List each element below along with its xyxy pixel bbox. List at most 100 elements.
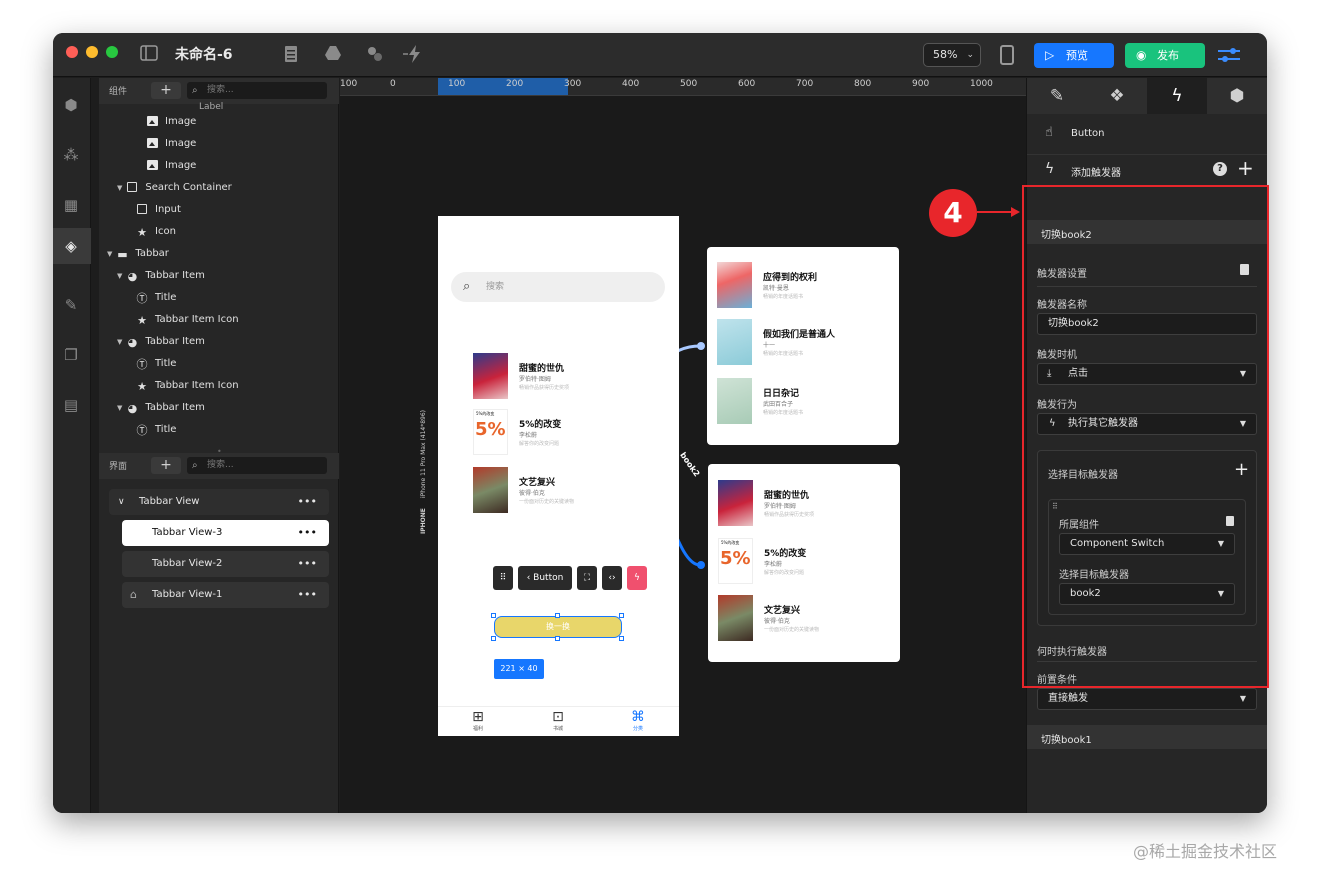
pages-icon[interactable]: ❐: [62, 346, 80, 364]
resize-handle[interactable]: [555, 636, 560, 641]
brush-icon[interactable]: ✎: [62, 296, 80, 314]
step-badge: 4: [929, 189, 977, 237]
highlight-box: [1022, 185, 1269, 688]
phone-frame[interactable]: ⌕ 搜索 甜蜜的世仇 罗伯特·图姆 畅销作品获得历史奖项 5%的改变 5% 5%的…: [438, 216, 679, 736]
tab-bookstore[interactable]: ⊡ 书城: [538, 709, 578, 732]
lightning-icon[interactable]: ϟ: [627, 566, 647, 590]
book-cover: 5%的改变 5%: [473, 409, 508, 455]
layers-panel: 组件 + ⌕ 搜索... Label Image Image Image ▼ Sea…: [99, 78, 339, 813]
layer-item[interactable]: Image: [146, 156, 196, 176]
chevron-down-icon: ▼: [117, 404, 123, 412]
layer-search-input[interactable]: ⌕ 搜索...: [187, 82, 327, 99]
add-trigger-button[interactable]: +: [1237, 156, 1254, 180]
device-type: IPHONE: [420, 508, 427, 534]
switch-button[interactable]: 换一换: [494, 616, 622, 638]
inspector-tabs: ✎ ❖ ϟ ⬢: [1027, 78, 1267, 114]
add-screen-button[interactable]: +: [151, 457, 181, 474]
book-item[interactable]: 甜蜜的世仇 罗伯特·图姆 畅销作品获得历史奖项: [473, 353, 653, 401]
text-icon: Ⓣ: [136, 292, 148, 305]
layer-item[interactable]: Ⓣ Title: [136, 288, 177, 308]
layer-item[interactable]: ★ Icon: [136, 222, 176, 242]
tab-component-icon[interactable]: ❖: [1087, 78, 1147, 114]
view-item[interactable]: ∨ Tabbar View •••: [109, 489, 329, 515]
book1-screen-card[interactable]: 应得到的权利 凯特·曼恩 畅销的年度话题书 假如我们是普通人 十一 畅销的年度话…: [707, 247, 899, 445]
tab-interaction-lightning-icon[interactable]: ϟ: [1147, 78, 1207, 114]
book-item[interactable]: 5%的改变 5% 5%的改变 李松蔚 解答你的改变问题: [718, 538, 898, 586]
precondition-select[interactable]: 直接触发 ▼: [1037, 688, 1257, 710]
components-icon[interactable]: [365, 45, 385, 65]
tab-welfare[interactable]: ⊞ 福利: [458, 709, 498, 732]
view-item[interactable]: Tabbar View-2 •••: [122, 551, 329, 577]
layer-item[interactable]: Input: [136, 200, 181, 220]
cube-icon[interactable]: ⬢: [62, 96, 80, 114]
drag-handle-icon[interactable]: ⠿: [493, 566, 513, 590]
layer-item[interactable]: ★ Tabbar Item Icon: [136, 310, 238, 330]
book-item[interactable]: 甜蜜的世仇 罗伯特·图姆 畅销作品获得历史奖项: [718, 480, 898, 528]
interaction-icon[interactable]: [403, 45, 423, 65]
drive-icon[interactable]: [323, 45, 343, 65]
layer-item[interactable]: ★ Tabbar Item Icon: [136, 376, 238, 396]
maximize-window-button[interactable]: [106, 46, 118, 58]
code-icon[interactable]: ‹›: [602, 566, 622, 590]
component-select-button[interactable]: ‹ Button: [518, 566, 572, 590]
expand-icon[interactable]: ⛶: [577, 566, 597, 590]
layer-item[interactable]: Image: [146, 134, 196, 154]
play-icon: ▷: [1045, 48, 1055, 62]
sidebar-toggle-icon[interactable]: [139, 45, 159, 65]
layer-item[interactable]: ▼ Search Container: [117, 178, 232, 198]
text-icon: Ⓣ: [136, 424, 148, 437]
book-item[interactable]: 应得到的权利 凯特·曼恩 畅销的年度话题书: [717, 262, 897, 310]
resize-handle[interactable]: [619, 636, 624, 641]
layer-item[interactable]: ▼ ◕ Tabbar Item: [117, 266, 205, 286]
publish-button[interactable]: ◉ 发布: [1125, 43, 1205, 68]
resize-handle[interactable]: [491, 636, 496, 641]
tab-package-icon[interactable]: ⬢: [1207, 78, 1267, 114]
layer-item[interactable]: ▼ ▬ Tabbar: [107, 244, 169, 264]
add-component-button[interactable]: +: [151, 82, 181, 99]
layers-icon[interactable]: ◈: [62, 237, 80, 255]
container-icon: [127, 182, 138, 192]
more-icon[interactable]: •••: [298, 520, 317, 546]
tab-style-brush-icon[interactable]: ✎: [1027, 78, 1087, 114]
book-cover: [718, 595, 753, 641]
components-header: 组件 + ⌕ 搜索...: [99, 78, 339, 104]
settings-sliders-icon[interactable]: [1218, 45, 1240, 65]
device-icon[interactable]: [1000, 45, 1014, 65]
screen-search-input[interactable]: ⌕ 搜索...: [187, 457, 327, 474]
close-window-button[interactable]: [66, 46, 78, 58]
resize-handle[interactable]: [491, 613, 496, 618]
book-item[interactable]: 假如我们是普通人 十一 畅销的年度话题书: [717, 319, 897, 367]
more-icon[interactable]: •••: [298, 582, 317, 608]
cubes-icon[interactable]: ⁂: [62, 146, 80, 164]
tool-rail: ⬢ ⁂ ▦ ◈ ✎ ❐ ▤: [53, 78, 91, 813]
trigger-header[interactable]: 切换book1: [1027, 725, 1267, 749]
preview-button[interactable]: ▷ 预览: [1034, 43, 1114, 68]
minimize-window-button[interactable]: [86, 46, 98, 58]
book-item[interactable]: 文艺复兴 彼得·伯克 一份面对历史的关键读物: [473, 467, 653, 515]
annotation-arrow-head: [1011, 207, 1020, 217]
view-item[interactable]: ⌂ Tabbar View-1 •••: [122, 582, 329, 608]
layer-item[interactable]: ▼ ◕ Tabbar Item: [117, 332, 205, 352]
zoom-select[interactable]: 58% ⌄: [923, 43, 981, 67]
book-cover: [717, 319, 752, 365]
layer-item[interactable]: Ⓣ Title: [136, 420, 177, 440]
help-icon[interactable]: ?: [1213, 162, 1227, 176]
layer-item[interactable]: Ⓣ Title: [136, 354, 177, 374]
layer-item[interactable]: Image: [146, 112, 196, 132]
book-item[interactable]: 日日杂记 武田百合子 畅销的年度话题书: [717, 378, 897, 426]
book2-screen-card[interactable]: 甜蜜的世仇 罗伯特·图姆 畅销作品获得历史奖项 5%的改变 5% 5%的改变 李…: [708, 464, 900, 662]
resize-handle[interactable]: [619, 613, 624, 618]
phone-search-bar[interactable]: ⌕ 搜索: [451, 272, 665, 302]
more-icon[interactable]: •••: [298, 551, 317, 577]
layer-item[interactable]: ▼ ◕ Tabbar Item: [117, 398, 205, 418]
layout-icon[interactable]: ▦: [62, 196, 80, 214]
view-item-selected[interactable]: Tabbar View-3 •••: [122, 520, 329, 546]
table-icon[interactable]: ▤: [62, 396, 80, 414]
tab-category[interactable]: ⌘ 分类: [618, 709, 658, 732]
resize-handle[interactable]: [555, 613, 560, 618]
more-icon[interactable]: •••: [298, 489, 317, 515]
book-item[interactable]: 5%的改变 5% 5%的改变 李松蔚 解答你的改变问题: [473, 409, 653, 457]
book-item[interactable]: 文艺复兴 彼得·伯克 一份面对历史的关键读物: [718, 595, 898, 643]
document-icon[interactable]: [281, 45, 301, 65]
design-canvas[interactable]: 100 0 100 200 300 400 500 600 700 800 90…: [340, 78, 1026, 813]
